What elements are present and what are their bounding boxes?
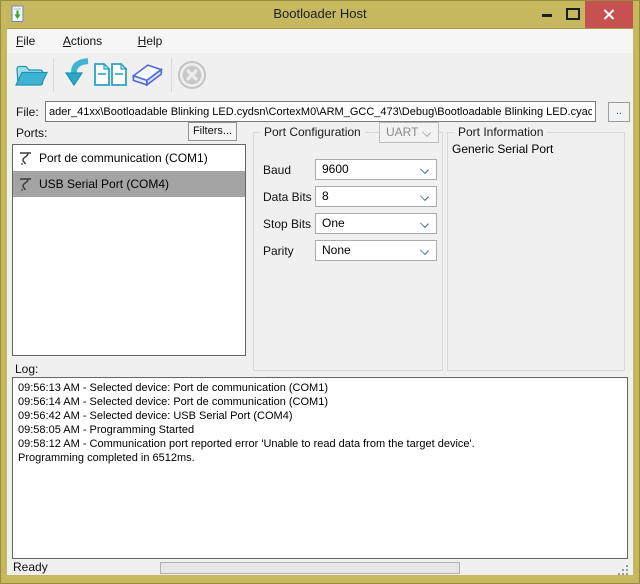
stop-bits-label: Stop Bits [263, 217, 311, 231]
menu-item-file[interactable]: File [9, 29, 42, 53]
toolbar [7, 53, 633, 97]
log-line: Programming completed in 6512ms. [18, 451, 622, 465]
abort-button[interactable] [174, 57, 210, 93]
log-line: 09:56:42 AM - Selected device: USB Seria… [18, 409, 622, 423]
chevron-down-icon [420, 219, 429, 228]
parity-dropdown[interactable]: None [315, 240, 437, 261]
serial-port-icon [19, 151, 32, 166]
log-output: 09:56:13 AM - Selected device: Port de c… [12, 377, 628, 559]
baud-value: 9600 [322, 162, 349, 176]
maximize-icon [566, 8, 580, 20]
open-file-button[interactable] [13, 57, 49, 93]
data-bits-label: Data Bits [263, 190, 312, 204]
log-line: 09:56:13 AM - Selected device: Port de c… [18, 381, 622, 395]
port-information-group: Port Information Generic Serial Port [447, 132, 625, 371]
menu-item-actions[interactable]: Actions [56, 29, 109, 53]
resize-grip-icon[interactable] [618, 565, 628, 575]
ports-label: Ports: [16, 126, 47, 140]
erase-eraser-icon [128, 59, 164, 91]
ports-list: Port de communication (COM1) USB Serial … [12, 144, 246, 356]
parity-value: None [322, 243, 351, 257]
port-list-item-com4[interactable]: USB Serial Port (COM4) [13, 171, 245, 197]
close-button[interactable] [585, 1, 633, 28]
log-line: 09:56:14 AM - Selected device: Port de c… [18, 395, 622, 409]
verify-documents-icon [93, 60, 129, 90]
port-list-item-com1[interactable]: Port de communication (COM1) [13, 145, 245, 171]
file-label: File: [16, 105, 39, 119]
stop-bits-value: One [322, 216, 345, 230]
file-path-input[interactable] [45, 101, 596, 122]
program-download-icon [64, 58, 92, 92]
client-area: File Actions Help [7, 28, 633, 575]
protocol-dropdown[interactable]: UART [379, 122, 439, 143]
serial-port-icon [19, 177, 32, 192]
menu-bar: File Actions Help [7, 29, 633, 53]
minimize-icon [542, 14, 552, 17]
baud-label: Baud [263, 163, 291, 177]
log-line: 09:58:05 AM - Programming Started [18, 423, 622, 437]
port-configuration-title: Port Configuration [260, 125, 365, 139]
program-button[interactable] [60, 57, 96, 93]
chevron-down-icon [420, 246, 429, 255]
window: Bootloader Host File Actions Help [0, 0, 640, 584]
chevron-down-icon [422, 128, 431, 137]
parity-label: Parity [263, 244, 294, 258]
open-file-icon [14, 60, 48, 90]
baud-dropdown[interactable]: 9600 [315, 159, 437, 180]
minimize-button[interactable] [534, 0, 560, 28]
log-line: 09:58:12 AM - Communication port reporte… [18, 437, 622, 451]
port-item-label: USB Serial Port (COM4) [39, 177, 169, 191]
toolbar-separator [171, 58, 172, 92]
status-text: Ready [13, 560, 48, 574]
titlebar: Bootloader Host [0, 0, 640, 28]
chevron-down-icon [420, 192, 429, 201]
filters-button[interactable]: Filters... [188, 122, 237, 141]
port-item-label: Port de communication (COM1) [39, 151, 208, 165]
log-label: Log: [15, 362, 38, 376]
chevron-down-icon [420, 165, 429, 174]
toolbar-separator [53, 58, 54, 92]
maximize-button[interactable] [560, 0, 585, 28]
progress-bar [160, 562, 460, 574]
port-configuration-group: Port Configuration UART Baud 9600 Data B… [253, 132, 443, 371]
browse-button[interactable]: .. [608, 102, 630, 122]
port-information-text: Generic Serial Port [452, 142, 553, 156]
data-bits-dropdown[interactable]: 8 [315, 186, 437, 207]
stop-bits-dropdown[interactable]: One [315, 213, 437, 234]
abort-stop-icon [177, 60, 207, 90]
verify-button[interactable] [93, 57, 129, 93]
protocol-value: UART [386, 125, 418, 139]
status-bar: Ready [7, 559, 633, 576]
close-icon [603, 8, 616, 21]
erase-button[interactable] [128, 57, 164, 93]
menu-item-help[interactable]: Help [131, 29, 170, 53]
data-bits-value: 8 [322, 189, 329, 203]
port-information-title: Port Information [454, 125, 547, 139]
